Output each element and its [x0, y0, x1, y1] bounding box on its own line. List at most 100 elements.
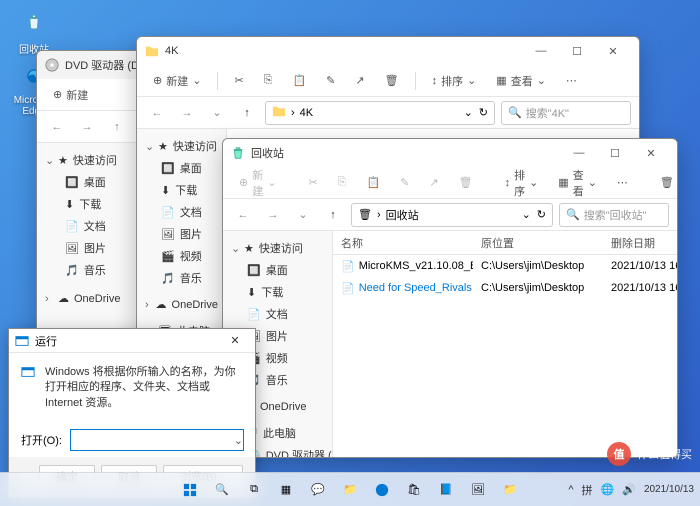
cut-icon: ✂ [234, 74, 243, 87]
cut-button[interactable]: ✂ [226, 70, 251, 91]
column-headers[interactable]: 名称 原位置 删除日期 [333, 231, 677, 255]
search-icon: 🔍 [508, 106, 522, 119]
up-button[interactable]: ↑ [105, 115, 129, 139]
minimize-button[interactable]: — [523, 37, 559, 65]
tray-network-icon[interactable]: 🌐 [601, 483, 615, 496]
nav-videos[interactable]: 🎬视频 [137, 245, 226, 267]
app-button[interactable]: 🖼 [464, 476, 492, 504]
share-button[interactable]: ↗ [347, 70, 372, 91]
window-recycle[interactable]: 回收站 — ☐ ✕ ⊕新建⌄ ✂ ⎘ 📋 ✎ ↗ 🗑 ↕排序⌄ ▦查看⌄ ⋯ 🗑… [222, 138, 678, 458]
app-button[interactable]: 📁 [496, 476, 524, 504]
dropdown-icon[interactable]: ⌄ [234, 434, 243, 447]
refresh-icon[interactable]: ↻ [537, 208, 546, 221]
file-row[interactable]: 📄MicroKMS_v21.10.08_Beta C:\Users\jim\De… [333, 255, 677, 277]
chat-button[interactable]: 💬 [304, 476, 332, 504]
new-button[interactable]: ⊕新建⌄ [145, 69, 209, 93]
start-button[interactable] [176, 476, 204, 504]
nav-downloads[interactable]: ⬇下载 [137, 179, 226, 201]
more-button[interactable]: ⋯ [558, 70, 585, 91]
nav-music[interactable]: 🎵音乐 [137, 267, 226, 289]
forward-button[interactable]: → [175, 101, 199, 125]
explorer-button[interactable]: 📁 [336, 476, 364, 504]
nav-quickaccess[interactable]: ⌄★快速访问 [137, 135, 226, 157]
tray-volume-icon[interactable]: 🔊 [622, 483, 636, 496]
cut[interactable]: ✂ [300, 172, 325, 193]
paste-icon: 📋 [292, 74, 306, 87]
folder-icon [272, 104, 286, 121]
run-icon [21, 365, 35, 411]
tray-date[interactable]: 2021/10/13 [644, 484, 694, 495]
picture-icon: 🖼 [65, 242, 79, 255]
delete-button[interactable]: 🗑 [377, 70, 407, 91]
file-row[interactable]: 📄Need for Speed_Rivals 2021_10... C:\Use… [333, 277, 677, 299]
copy[interactable]: ⎘ [330, 172, 355, 193]
more[interactable]: ⋯ [609, 172, 636, 193]
recycle-icon [231, 146, 245, 160]
watermark: 值 什么值得买 [607, 442, 692, 466]
recycle-icon: 🗑 [358, 208, 372, 221]
taskview-button[interactable]: ⧉ [240, 476, 268, 504]
sort-button[interactable]: ↕排序⌄ [424, 69, 485, 93]
nav-desktop[interactable]: 🔲桌面 [137, 157, 226, 179]
paste-button[interactable]: 📋 [284, 70, 314, 91]
title: 运行 [35, 333, 221, 349]
sort-button[interactable]: ↕排序⌄ [497, 163, 547, 203]
address-bar[interactable]: ›4K ⌄↻ [265, 101, 495, 125]
nav-pictures[interactable]: 🖼图片 [137, 223, 226, 245]
file-icon: 📄 [341, 260, 355, 273]
back-button[interactable]: ← [45, 115, 69, 139]
star-icon: ★ [158, 140, 168, 153]
nav-documents[interactable]: 📄文档 [223, 303, 332, 325]
nav-documents[interactable]: 📄文档 [137, 201, 226, 223]
rename-button[interactable]: ✎ [318, 70, 343, 91]
copy-button[interactable]: ⎘ [256, 70, 281, 91]
new-button[interactable]: ⊕新建⌄ [231, 163, 284, 203]
nav-onedrive[interactable]: ›☁OneDrive [137, 295, 226, 314]
close-button[interactable]: ✕ [595, 37, 631, 65]
back-button[interactable]: ← [231, 203, 255, 227]
nav-downloads[interactable]: ⬇下载 [223, 281, 332, 303]
chevron-down[interactable]: ⌄ [205, 101, 229, 125]
tray-lang[interactable]: 拼 [582, 482, 593, 498]
forward-button[interactable]: → [75, 115, 99, 139]
search-box[interactable]: 🔍 搜索"4K" [501, 101, 631, 125]
delete[interactable]: 🗑 [451, 172, 481, 193]
search-button[interactable]: 🔍 [208, 476, 236, 504]
open-input[interactable] [70, 429, 244, 451]
cloud-icon: ☁ [58, 292, 69, 305]
back-button[interactable]: ← [145, 101, 169, 125]
plus-icon: ⊕ [153, 74, 162, 87]
refresh-icon[interactable]: ↻ [479, 106, 488, 119]
open-label: 打开(O): [21, 432, 62, 448]
trash-icon: 🗑 [660, 176, 674, 189]
folder-icon [145, 44, 159, 58]
nav-desktop[interactable]: 🔲桌面 [223, 259, 332, 281]
new-button[interactable]: ⊕新建 [45, 83, 96, 107]
desktop-recycle-bin[interactable]: 回收站 [10, 6, 58, 56]
maximize-button[interactable]: ☐ [559, 37, 595, 65]
edge-button[interactable] [368, 476, 396, 504]
up-button[interactable]: ↑ [235, 101, 259, 125]
title: 4K [165, 45, 523, 57]
taskbar[interactable]: 🔍 ⧉ ▦ 💬 📁 🛍 📘 🖼 📁 ^ 拼 🌐 🔊 2021/10/13 [0, 472, 700, 506]
share[interactable]: ↗ [421, 172, 446, 193]
download-icon: ⬇ [65, 198, 74, 211]
paste[interactable]: 📋 [358, 172, 388, 193]
view-button[interactable]: ▦查看⌄ [488, 69, 554, 93]
view-button[interactable]: ▦查看⌄ [550, 163, 605, 203]
chevron-down[interactable]: ⌄ [291, 203, 315, 227]
sort-icon: ↕ [432, 75, 438, 87]
forward-button[interactable]: → [261, 203, 285, 227]
recycle-bin-icon [18, 6, 50, 38]
nav-quickaccess[interactable]: ⌄★快速访问 [223, 237, 332, 259]
tray-chevron[interactable]: ^ [568, 484, 573, 496]
app-button[interactable]: 📘 [432, 476, 460, 504]
search-box[interactable]: 🔍搜索"回收站" [559, 203, 669, 227]
rename[interactable]: ✎ [392, 172, 417, 193]
close-button[interactable]: ✕ [221, 329, 249, 353]
address-bar[interactable]: 🗑›回收站 ⌄↻ [351, 203, 553, 227]
store-button[interactable]: 🛍 [400, 476, 428, 504]
trash-icon: 🗑 [385, 74, 399, 87]
widgets-button[interactable]: ▦ [272, 476, 300, 504]
up-button[interactable]: ↑ [321, 203, 345, 227]
